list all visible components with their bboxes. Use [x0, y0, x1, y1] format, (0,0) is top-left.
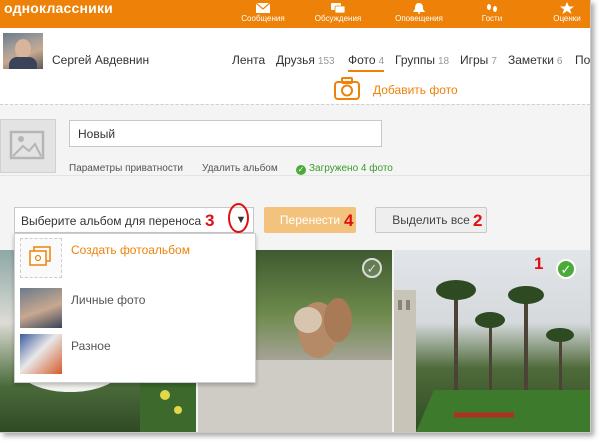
user-name[interactable]: Сергей Авдевнин [52, 53, 149, 67]
bell-icon [413, 3, 425, 14]
nav-guests[interactable]: Гости [462, 0, 522, 24]
nav-discussions-label: Обсуждения [314, 14, 362, 23]
nav-discussions[interactable]: Обсуждения [308, 0, 368, 24]
tab-photos-count: 4 [378, 56, 385, 67]
personal-photos-thumb [20, 288, 62, 328]
target-album-select-text: Выберите альбом для переноса [21, 214, 202, 228]
dropdown-item-label: Создать фотоальбом [71, 243, 190, 257]
photo-selected-check[interactable]: ✓ [556, 259, 576, 279]
avatar-face [15, 39, 31, 59]
tab-groups-label: Группы [395, 53, 435, 67]
create-album-icon [29, 246, 51, 266]
nav-messages-label: Сообщения [241, 14, 285, 23]
tab-games-count: 7 [491, 56, 497, 67]
dropdown-item-label: Разное [71, 339, 111, 353]
annotation-marker-3: 3 [205, 211, 215, 230]
tab-feed[interactable]: Лента [232, 53, 265, 67]
tab-games[interactable]: Игры 7 [460, 53, 497, 67]
photo-palm-trees[interactable]: ✓ [394, 250, 590, 432]
tab-more[interactable]: По [575, 53, 590, 67]
tab-photos-label: Фото [348, 53, 376, 67]
tab-notes-count: 6 [556, 56, 563, 67]
image-placeholder-icon [9, 130, 45, 160]
avatar-body [9, 57, 37, 69]
album-cover [0, 119, 56, 173]
target-album-select[interactable]: Выберите альбом для переноса [14, 207, 254, 233]
tab-friends-label: Друзья [276, 53, 315, 67]
move-button[interactable]: Перенести [264, 207, 356, 233]
album-edit-panel: Параметры приватности Удалить альбом ✓За… [0, 105, 590, 175]
tab-notes-label: Заметки [508, 53, 554, 67]
nav-guests-label: Гости [481, 14, 503, 23]
add-photo-link[interactable]: Добавить фото [373, 83, 458, 97]
misc-thumb [20, 334, 62, 374]
tab-friends[interactable]: Друзья 153 [276, 53, 335, 67]
chat-icon [331, 3, 346, 14]
nav-notifications-label: Оповещения [395, 14, 443, 23]
profile-header: Сергей Авдевнин Лента Друзья 153 Фото 4 Гр… [0, 28, 590, 104]
dropdown-item-personal-photos[interactable]: Личные фото [15, 284, 255, 330]
annotation-marker-2: 2 [473, 211, 483, 230]
tab-more-label: По [575, 53, 591, 67]
check-circle-icon: ✓ [296, 165, 306, 175]
site-logo[interactable]: одноклассники [4, 0, 113, 16]
nav-ratings-label: Оценки [553, 14, 581, 23]
delete-album-link[interactable]: Удалить альбом [202, 163, 278, 174]
album-dropdown: Создать фотоальбом Личные фото Разное [14, 233, 256, 383]
upload-status: ✓ Загружено 4 фото [296, 163, 393, 175]
annotation-marker-4: 4 [344, 211, 354, 230]
select-all-button[interactable]: Выделить все [375, 207, 487, 233]
create-album-thumb [20, 238, 62, 278]
star-icon [560, 2, 574, 14]
nav-ratings[interactable]: Оценки [537, 0, 590, 24]
tab-photos[interactable]: Фото 4 [348, 53, 385, 72]
user-avatar[interactable] [3, 33, 43, 69]
nav-notifications[interactable]: Оповещения [389, 0, 449, 24]
tab-groups[interactable]: Группы 18 [395, 53, 449, 67]
tab-groups-count: 18 [437, 56, 450, 67]
annotation-marker-1: 1 [534, 254, 544, 273]
tab-feed-label: Лента [232, 53, 266, 67]
top-navigation-bar: одноклассники Сообщения Обсуждения Опове… [0, 0, 590, 28]
upload-status-text: Загружено 4 фото [309, 163, 393, 174]
screenshot-frame: одноклассники Сообщения Обсуждения Опове… [0, 0, 591, 433]
footprints-icon [487, 4, 497, 12]
privacy-settings-link[interactable]: Параметры приватности [69, 163, 183, 174]
photo-select-toggle[interactable]: ✓ [362, 258, 382, 278]
dropdown-item-misc[interactable]: Разное [15, 330, 255, 376]
tab-notes[interactable]: Заметки 6 [508, 53, 562, 67]
tab-friends-count: 153 [317, 56, 335, 67]
dropdown-item-create-album[interactable]: Создать фотоальбом [15, 234, 255, 280]
annotation-circle [228, 203, 249, 233]
dropdown-item-label: Личные фото [71, 293, 146, 307]
envelope-icon [255, 2, 271, 13]
camera-icon[interactable] [333, 77, 361, 101]
album-name-input[interactable] [69, 120, 382, 147]
tab-games-label: Игры [460, 53, 489, 67]
nav-messages[interactable]: Сообщения [233, 0, 293, 24]
